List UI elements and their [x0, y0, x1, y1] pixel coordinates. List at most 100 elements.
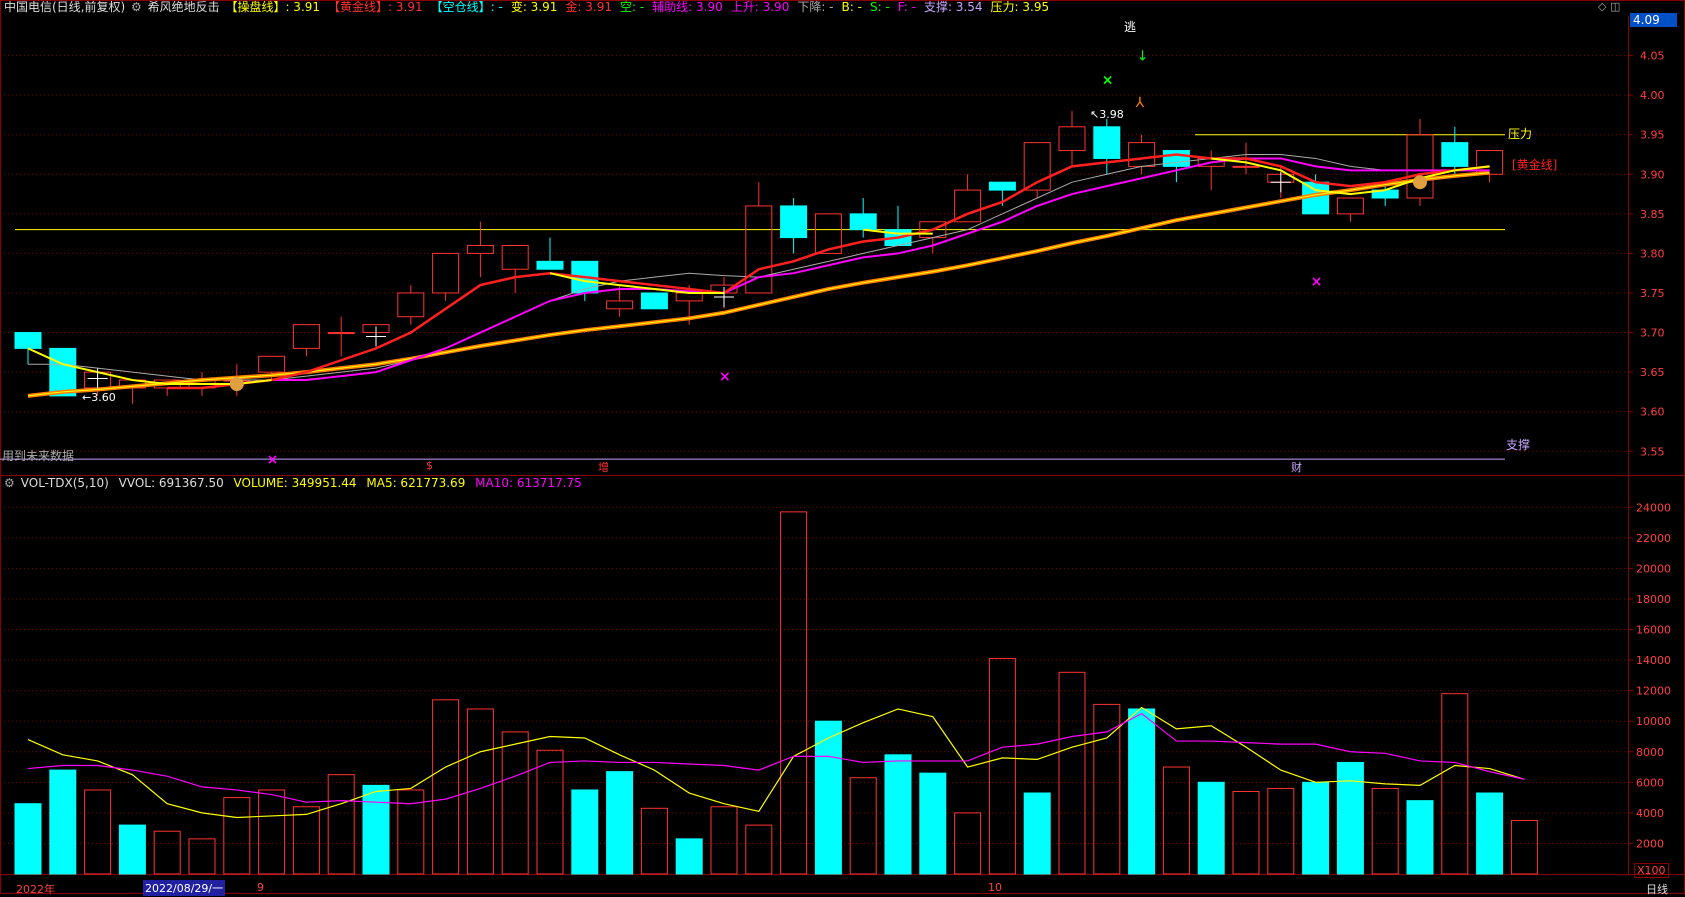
price-tick-label-7: 3.90	[1640, 168, 1665, 181]
high-price-value: 3.98	[1099, 108, 1124, 121]
price-tick-label-1: 3.60	[1640, 406, 1665, 419]
volume-bar-25	[884, 754, 912, 875]
current-price-tag: 4.09	[1630, 13, 1677, 27]
volume-bar-24	[849, 777, 877, 875]
candle-body-33	[1162, 150, 1190, 167]
candle-body-14	[501, 245, 529, 270]
volume-bar-17	[606, 771, 634, 875]
price-tick-label-4: 3.75	[1640, 287, 1665, 300]
candle-body-21	[745, 205, 773, 294]
volume-bar-5	[188, 838, 216, 875]
volume-bar-34	[1197, 781, 1225, 875]
candle-body-18	[640, 292, 668, 310]
volume-tick-label-11: 24000	[1636, 501, 1671, 514]
volume-ma5-line	[27, 706, 1525, 819]
candle-body-17	[606, 300, 634, 310]
volume-bar-3	[118, 824, 146, 875]
month-label-sep: 9	[257, 881, 264, 894]
candle-body-35	[1232, 165, 1260, 168]
auxiliary-line-0	[236, 157, 1490, 385]
pressure-label: 压力	[1508, 127, 1533, 141]
candle-body-32	[1128, 142, 1156, 167]
volume-multiplier: X100	[1634, 863, 1669, 878]
volume-bar-23	[814, 720, 842, 875]
volume-tick-label-8: 18000	[1636, 593, 1671, 606]
volume-tick-label-6: 14000	[1636, 654, 1671, 667]
volume-bar-20	[710, 806, 738, 875]
volume-tick-label-9: 20000	[1636, 562, 1671, 575]
volume-bar-2	[84, 789, 112, 875]
price-tick-label-3: 3.70	[1640, 327, 1665, 340]
volume-bar-8	[292, 806, 320, 875]
volume-bar-28	[988, 658, 1016, 875]
volume-bar-37	[1302, 781, 1330, 875]
candle-body-13	[466, 245, 494, 254]
volume-tick-label-2: 6000	[1636, 776, 1664, 789]
high-price-label: ↖3.98	[1090, 108, 1124, 121]
price-tick-label-9: 4.00	[1640, 89, 1665, 102]
candle-body-7	[258, 355, 286, 373]
volume-bar-1	[49, 769, 77, 875]
volume-tick-label-5: 12000	[1636, 685, 1671, 698]
volume-bar-35	[1232, 790, 1260, 875]
volume-tick-label-1: 4000	[1636, 807, 1664, 820]
candle-body-9	[327, 332, 355, 335]
low-price-value: 3.60	[91, 391, 116, 404]
low-price-label: ←3.60	[82, 391, 116, 404]
window-controls[interactable]: ◇ ◫	[1598, 0, 1620, 13]
month-label-oct: 10	[988, 881, 1002, 894]
candle-body-30	[1058, 126, 1086, 152]
volume-bar-41	[1441, 693, 1469, 875]
signal-cross-icon-1: ×	[719, 369, 731, 385]
chart-stage[interactable]: 中国电信(日线,前复权) ⚙ 希风绝地反击 【操盘线】: 3.91 【黄金线】: …	[0, 0, 1685, 896]
volume-bar-9	[327, 774, 355, 875]
marker-increase: 增	[598, 461, 609, 474]
runner-icon: ⅄	[1135, 95, 1145, 111]
candle-body-15	[536, 260, 564, 270]
marker-finance: 财	[1291, 461, 1302, 474]
volume-bar-10	[362, 784, 390, 875]
candle-body-31	[1093, 126, 1121, 159]
gold-line-0	[167, 153, 1490, 390]
candle-body-11	[397, 292, 425, 318]
price-tick-label-5: 3.80	[1640, 247, 1665, 260]
chart-svg[interactable]: 3.55 3.60 3.65 3.70 3.75 3.80 3.85 3.90 3.95 4.00…	[0, 0, 1685, 895]
candle-body-24	[849, 213, 877, 231]
volume-tick-label-10: 22000	[1636, 532, 1671, 545]
signal-cross-icon-3: ×	[1102, 72, 1114, 88]
volume-tick-label-3: 8000	[1636, 746, 1664, 759]
volume-bar-29	[1023, 792, 1051, 875]
price-tick-label-6: 3.85	[1640, 208, 1665, 221]
volume-bar-12	[432, 699, 460, 875]
volume-bar-39	[1371, 787, 1399, 875]
volume-bar-16	[571, 789, 599, 875]
volume-bar-43	[1510, 820, 1538, 875]
volume-bar-22	[780, 511, 808, 875]
volume-bar-32	[1128, 708, 1156, 875]
future-data-warning: 用到未来数据	[2, 449, 75, 463]
signal-cross-icon-0: ×	[267, 452, 279, 468]
volume-bar-4	[153, 830, 181, 875]
marker-dollar: $	[426, 459, 433, 472]
volume-bar-0	[14, 803, 42, 875]
volume-bar-36	[1267, 787, 1295, 875]
candle-body-41	[1441, 142, 1469, 167]
volume-bar-40	[1406, 800, 1434, 875]
volume-tick-label-4: 10000	[1636, 715, 1671, 728]
price-tick-label-0: 3.55	[1640, 445, 1665, 458]
gold-line-label: [黄金线]	[1512, 158, 1558, 172]
volume-bar-42	[1476, 792, 1504, 875]
candle-body-1	[49, 347, 77, 397]
down-arrow-icon: ↓	[1137, 49, 1149, 65]
money-bag-icon-0	[229, 376, 244, 391]
volume-ma10-line	[27, 712, 1525, 805]
price-tick-label-8: 3.95	[1640, 129, 1665, 142]
volume-bar-38	[1336, 761, 1364, 875]
volume-bar-14	[501, 731, 529, 875]
volume-bar-19	[675, 838, 703, 875]
price-tick-label-2: 3.65	[1640, 366, 1665, 379]
volume-tick-label-0: 2000	[1636, 837, 1664, 850]
volume-bar-21	[745, 824, 773, 875]
escape-label: 逃	[1124, 20, 1137, 34]
price-tick-label-10: 4.05	[1640, 50, 1665, 63]
